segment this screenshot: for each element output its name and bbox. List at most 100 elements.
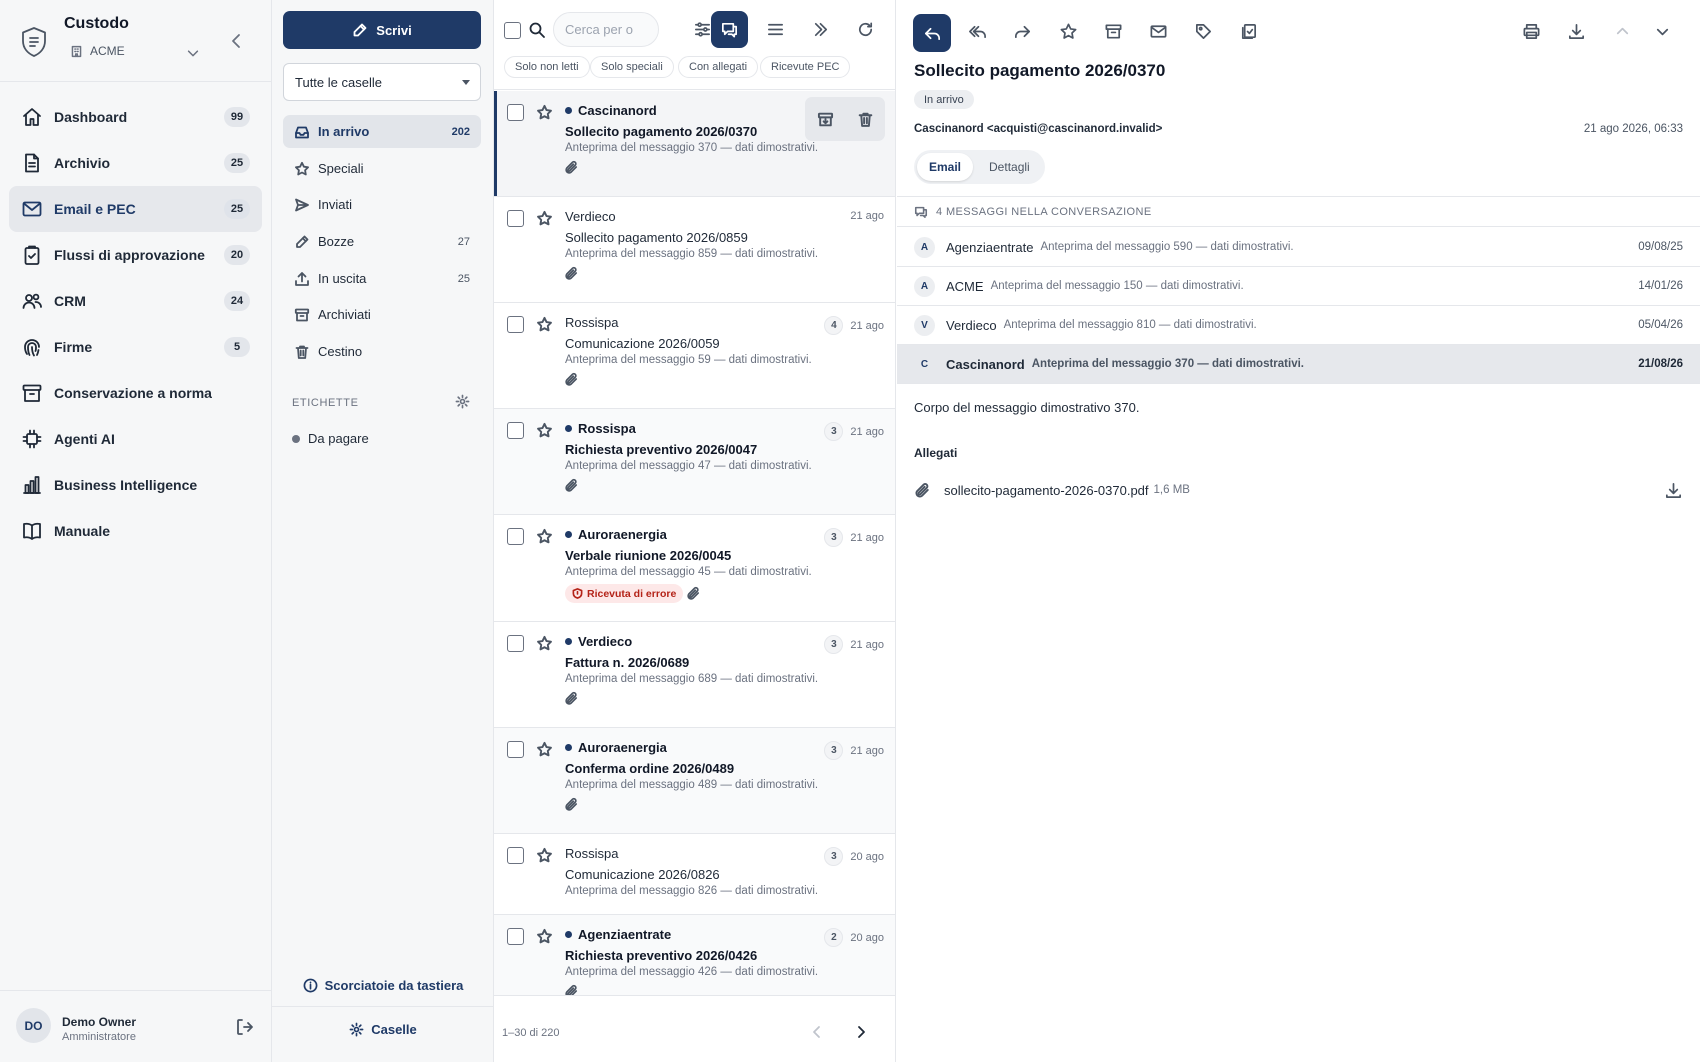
message-row[interactable]: Rossispa Comunicazione 2026/0826 Anteprima… <box>494 834 895 915</box>
tab-details[interactable]: Dettagli <box>977 153 1042 181</box>
folder-speciali[interactable]: Speciali <box>283 152 481 185</box>
sidebar-item-email-e-pec[interactable]: Email e PEC 25 <box>9 186 262 232</box>
sender-name: Verdieco <box>565 209 616 224</box>
folder-bozze[interactable]: Bozze 27 <box>283 225 481 258</box>
mail-icon <box>21 198 43 220</box>
sidebar-item-flussi-di-approvazione[interactable]: Flussi di approvazione 20 <box>9 232 262 278</box>
sidebar-item-firme[interactable]: Firme 5 <box>9 324 262 370</box>
conversation-item[interactable]: V Verdieco Anteprima del messaggio 810 — d… <box>897 306 1700 345</box>
reply-icon[interactable] <box>913 14 951 52</box>
gear-icon[interactable] <box>455 394 470 409</box>
message-row[interactable]: Rossispa Comunicazione 2026/0059 Anteprima… <box>494 303 895 409</box>
search-input[interactable] <box>553 12 659 47</box>
message-row[interactable]: Cascinanord Sollecito pagamento 2026/0370… <box>494 91 895 197</box>
row-checkbox[interactable] <box>507 210 524 227</box>
prev-page-icon[interactable] <box>808 1023 826 1041</box>
star-icon[interactable] <box>536 210 553 227</box>
paperclip-icon <box>564 372 579 387</box>
attachment-item[interactable]: sollecito-pagamento-2026-0370.pdf 1,6 MB <box>914 480 1683 500</box>
download-icon[interactable] <box>1561 16 1591 46</box>
avatar: C <box>914 353 935 375</box>
tab-email[interactable]: Email <box>917 153 974 181</box>
org-switcher[interactable]: ACME <box>70 44 125 58</box>
sidebar-item-business-intelligence[interactable]: Business Intelligence <box>9 462 262 508</box>
star-icon[interactable] <box>536 847 553 864</box>
sidebar-item-conservazione-a-norma[interactable]: Conservazione a norma <box>9 370 262 416</box>
star-icon[interactable] <box>536 635 553 652</box>
refresh-icon[interactable] <box>847 11 884 48</box>
message-subject: Richiesta preventivo 2026/0426 <box>565 948 758 963</box>
select-all-checkbox[interactable] <box>504 22 521 39</box>
star-icon[interactable] <box>536 528 553 545</box>
mailbox-select[interactable]: Tutte le caselle <box>283 63 481 101</box>
star-icon[interactable] <box>536 422 553 439</box>
conversation-item[interactable]: C Cascinanord Anteprima del messaggio 370 … <box>897 345 1700 384</box>
message-row[interactable]: Verdieco Sollecito pagamento 2026/0859 Ant… <box>494 197 895 303</box>
folder-cestino[interactable]: Cestino <box>283 335 481 368</box>
reply-all-icon[interactable] <box>962 16 992 46</box>
star-icon[interactable] <box>536 104 553 121</box>
message-preview: Anteprima del messaggio 689 — dati dimos… <box>565 673 819 685</box>
label-item[interactable]: Da pagare <box>292 431 369 446</box>
message-row[interactable]: Rossispa Richiesta preventivo 2026/0047 An… <box>494 409 895 515</box>
keyboard-shortcuts-link[interactable]: Scorciatoie da tastiera <box>272 978 494 993</box>
attachment-name[interactable]: sollecito-pagamento-2026-0370.pdf <box>944 483 1149 498</box>
next-page-icon[interactable] <box>852 1023 870 1041</box>
conversation-item[interactable]: A Agenziaentrate Anteprima del messaggio 5… <box>897 228 1700 267</box>
avatar[interactable]: DO <box>16 1008 51 1043</box>
trash-icon[interactable] <box>857 111 874 128</box>
message-row[interactable]: Agenziaentrate Richiesta preventivo 2026/… <box>494 915 895 1005</box>
chevron-up-icon[interactable] <box>1607 16 1637 46</box>
chevron-down-icon[interactable] <box>186 46 200 60</box>
message-row[interactable]: Auroraenergia Conferma ordine 2026/0489 An… <box>494 728 895 834</box>
density-icon[interactable] <box>757 11 794 48</box>
star-icon[interactable] <box>536 316 553 333</box>
star-icon[interactable] <box>536 928 553 945</box>
row-checkbox[interactable] <box>507 741 524 758</box>
row-checkbox[interactable] <box>507 316 524 333</box>
copy-to-archive-icon[interactable] <box>1233 16 1263 46</box>
folder-in-arrivo[interactable]: In arrivo 202 <box>283 115 481 148</box>
chevron-down-icon[interactable] <box>1647 16 1677 46</box>
mailboxes-settings-link[interactable]: Caselle <box>272 1022 494 1037</box>
sidebar-item-crm[interactable]: CRM 24 <box>9 278 262 324</box>
message-preview: Anteprima del messaggio 489 — dati dimos… <box>565 779 819 791</box>
folder-inviati[interactable]: Inviati <box>283 188 481 221</box>
logout-icon[interactable] <box>234 1017 254 1037</box>
collapse-sidebar-icon[interactable] <box>228 32 246 50</box>
sidebar-item-archivio[interactable]: Archivio 25 <box>9 140 262 186</box>
filter-chip[interactable]: Solo speciali <box>590 56 674 78</box>
filter-chip[interactable]: Con allegati <box>678 56 759 78</box>
download-icon[interactable] <box>1664 481 1683 500</box>
sidebar-item-dashboard[interactable]: Dashboard 99 <box>9 94 262 140</box>
star-icon[interactable] <box>536 741 553 758</box>
sidebar-item-agenti-ai[interactable]: Agenti AI <box>9 416 262 462</box>
expand-reader-icon[interactable] <box>802 11 839 48</box>
thread-count: 3 <box>824 741 844 760</box>
tag-icon[interactable] <box>1188 16 1218 46</box>
forward-icon[interactable] <box>1007 16 1037 46</box>
archive-icon[interactable] <box>817 111 834 128</box>
unread-dot <box>565 531 572 538</box>
row-checkbox[interactable] <box>507 928 524 945</box>
row-checkbox[interactable] <box>507 528 524 545</box>
print-icon[interactable] <box>1516 16 1546 46</box>
filter-chip[interactable]: Solo non letti <box>504 56 590 78</box>
compose-button[interactable]: Scrivi <box>283 11 481 49</box>
filter-chip[interactable]: Ricevute PEC <box>760 56 851 78</box>
row-checkbox[interactable] <box>507 422 524 439</box>
conversation-item[interactable]: A ACME Anteprima del messaggio 150 — dati … <box>897 267 1700 306</box>
mark-unread-icon[interactable] <box>1143 16 1173 46</box>
message-row[interactable]: Verdieco Fattura n. 2026/0689 Anteprima de… <box>494 622 895 728</box>
label-dot <box>292 434 300 443</box>
archive-icon[interactable] <box>1098 16 1128 46</box>
folder-archiviati[interactable]: Archiviati <box>283 298 481 331</box>
row-checkbox[interactable] <box>507 104 524 121</box>
sidebar-item-manuale[interactable]: Manuale <box>9 508 262 554</box>
conversation-view-icon[interactable] <box>711 11 748 48</box>
row-checkbox[interactable] <box>507 635 524 652</box>
folder-in-uscita[interactable]: In uscita 25 <box>283 262 481 295</box>
star-icon[interactable] <box>1053 16 1083 46</box>
message-row[interactable]: Auroraenergia Verbale riunione 2026/0045 A… <box>494 515 895 622</box>
row-checkbox[interactable] <box>507 847 524 864</box>
